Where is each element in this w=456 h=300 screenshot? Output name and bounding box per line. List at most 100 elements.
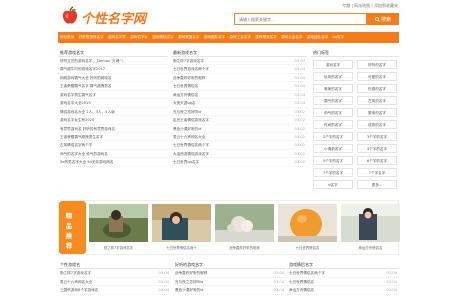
list-item[interactable]: 七日世界情侣名两个字 03-02 [171,141,307,150]
list-item[interactable]: 虽云十六声网名大全 03-02 [171,133,307,142]
card-image [89,204,148,242]
nav-item[interactable]: 游戏情侣名字 [152,35,174,40]
list-item[interactable]: 七日世界情侣名 03-04 [171,82,307,91]
panel-title: 推荐游戏名字 [58,48,167,57]
nav-item[interactable]: 游戏工会名字 [229,35,251,40]
list-item[interactable]: 乱世王者情侣游戏名字 03-02 [171,116,307,125]
tag[interactable]: 2个字的名字 [313,132,353,141]
tag[interactable]: 5个字的名字 [313,156,353,165]
hot-tags-panel: 热门标签 游戏名字 好听的名字 玩风的名字 可爱的名字 唯美的名字 伤感的名字 … [311,48,399,192]
tag-more[interactable]: 更多... [357,180,397,189]
panel-title: 好听的游戏名字 [173,260,286,269]
list-item[interactable]: 游戏名字男生霸气名字 [58,91,167,100]
nav-item[interactable]: 游戏战队名字 [307,35,329,40]
card-label: 七日世界情侣名 [295,246,320,250]
list-item[interactable]: 光与夜之恋好听id 03-02 [171,108,307,117]
list-item[interactable]: 网络游戏霸气大全 好听的网络名 [58,74,167,83]
tag[interactable]: 小清新名字 [313,144,353,153]
tag[interactable]: 7个字名字 [357,168,397,177]
tag[interactable]: 伤感的名字 [357,84,397,93]
featured-card[interactable]: 战争轰炸好听的昵称 [215,204,274,253]
list-item[interactable]: 帅气的名字大全 帅气的游戏名 [58,150,167,159]
list-item[interactable]: 命运方舟情侣名 03-04 [287,286,399,295]
featured-card[interactable]: 勤之祥7字游戏名字 [89,204,148,253]
tag[interactable]: 可爱的名字 [357,72,397,81]
nav-item[interactable]: 游戏公会名字 [281,35,303,40]
featured-card[interactable]: 七日世界情侣名两个 [152,204,211,253]
list-item[interactable]: 有意思游戏名 好听的有意思游戏名 [58,125,167,133]
tag[interactable]: 成熟的名字 [357,120,397,129]
nav-item[interactable]: 游戏帮派名字 [255,35,277,40]
search-button[interactable]: 搜索 [367,13,399,25]
list-item[interactable]: 古风情侣名字两个字 [58,141,167,150]
featured-badge-label: 精品推荐 [65,212,73,250]
featured-badge: 精品推荐 [59,201,86,254]
list-item[interactable]: 黑色沙漠好听的id 03-02 [171,125,307,133]
list-item[interactable]: 5d的男名字大全 5d无奈游戏网名 [58,158,167,167]
nav-item[interactable]: 游戏名字女 [130,35,148,40]
panel-title: 热门标签 [311,48,399,57]
tag[interactable]: 7个字的名字 [313,168,353,177]
main-nav: 网站首页 好听的游戏名字 游戏名字男 游戏名字女 游戏情侣名字 游戏家族名字 游… [58,32,399,43]
featured-card[interactable]: 命运方舟情侣名 [341,204,400,253]
list-item[interactable]: 七日世界情侣名 03-04 [287,278,399,286]
list-item[interactable]: 好听文艺的游戏名字_-_Demon`灭魂^) [58,57,167,66]
card-image [215,204,274,242]
tag[interactable]: 玩风的名字 [313,72,353,81]
list-item[interactable]: 七日世界情侣名两个字 03-04 [287,269,399,278]
tag[interactable]: 帅气的名字 [313,108,353,117]
list-item[interactable]: 勤之祥7字游戏名字 03-04 [171,57,307,66]
list-item[interactable]: 命运方舟情侣名 03-04 [171,91,307,100]
card-image [341,204,400,242]
list-item[interactable]: 七日世界qq名字 03-02 [171,158,307,167]
tag[interactable]: d名字 [313,180,353,189]
bottom-list-panel: 游戏情侣名字 七日世界情侣名两个字 03-04 七日世界情侣名 03-04 命运方舟… [287,260,399,295]
card-label: 七日世界情侣名两个 [166,246,197,250]
site-logo[interactable]: 个性名字网 [60,6,150,27]
list-item[interactable]: 霸气超牛叼的游戏名字2017 [58,65,167,74]
tag[interactable]: 时尚的名字 [313,120,353,129]
panel-title: 游戏情侣名字 [287,260,399,269]
nav-item-home[interactable]: 网站首页 [60,35,74,40]
nav-item[interactable]: qq名字 [332,35,344,40]
list-item[interactable]: 王者荣耀霸气名字 霸气超拽男名 [58,82,167,91]
nav-item[interactable]: 游戏家族名字 [178,35,200,40]
tag[interactable]: 唯美的名字 [313,84,353,93]
list-item[interactable]: 大话西游情侣游戏名字 03-02 [171,150,307,159]
tag[interactable]: 3个字的名字 [357,132,397,141]
tag-grid: 游戏名字 好听的名字 玩风的名字 可爱的名字 唯美的名字 伤感的名字 霸气的名字… [311,57,399,192]
search-icon [375,16,380,22]
nav-item[interactable]: 游戏团队名字 [204,35,226,40]
featured-card[interactable]: 七日世界情侣名 [278,204,337,253]
top-links[interactable]: 专题 | 网站地图 | 添加到收藏夹 [342,3,398,9]
list-item[interactable]: 七日世界游戏名两个字 03-04 [171,65,307,74]
tag[interactable]: 4个字的名字 [357,144,397,153]
latest-panel: 最新游戏名字 勤之祥7字游戏名字 03-04 七日世界游戏名两个字 03-04 战争… [171,48,307,167]
list-item[interactable]: 大侠天涯qq名 03-04 [171,99,307,108]
nav-item[interactable]: 游戏名字男 [108,35,126,40]
list-item[interactable]: 游戏名字大全2019 [58,99,167,108]
list-item[interactable]: 三国杀游戏8个字游戏名 03-04 [58,286,171,295]
tag[interactable]: 繁体的名字 [357,108,397,117]
tag[interactable]: 游戏名字 [313,60,353,69]
list-item[interactable]: 勤之祥7字游戏名字 03-04 [58,269,171,278]
list-item[interactable]: 战争轰炸好听的昵称 03-04 [171,74,307,83]
list-item[interactable]: 王者荣耀霸气超拽男生名字 [58,133,167,142]
tag[interactable]: 古风的名字 [357,96,397,105]
list-item[interactable]: 战争轰炸好听的昵称 03-04 [173,269,286,278]
card-label: 勤之祥7字游戏名字 [103,246,134,250]
list-item[interactable]: 黑色沙漠好听的id 03-04 [173,286,286,295]
list-item[interactable]: 游戏名字女生有2020 [58,116,167,125]
tag[interactable]: 好听的名字 [357,60,397,69]
card-image [152,204,211,242]
tag[interactable]: 霸气的名字 [313,96,353,105]
panel-title: 最新游戏名字 [171,48,307,57]
recommend-panel: 推荐游戏名字 好听文艺的游戏名字_-_Demon`灭魂^) 霸气超牛叼的游戏名字… [58,48,167,167]
search-bar: 搜索 [234,13,399,25]
list-item[interactable]: 虽云十六声网名大全 03-04 [58,278,171,286]
tag[interactable]: 6个字的名字 [357,156,397,165]
list-item[interactable]: 情侣游戏名大全 2人、3人、4人版 [58,108,167,117]
search-input[interactable] [234,13,367,25]
list-item[interactable]: 光与夜之恋好听id 03-04 [173,278,286,286]
nav-item[interactable]: 好听的游戏名字 [79,35,104,40]
